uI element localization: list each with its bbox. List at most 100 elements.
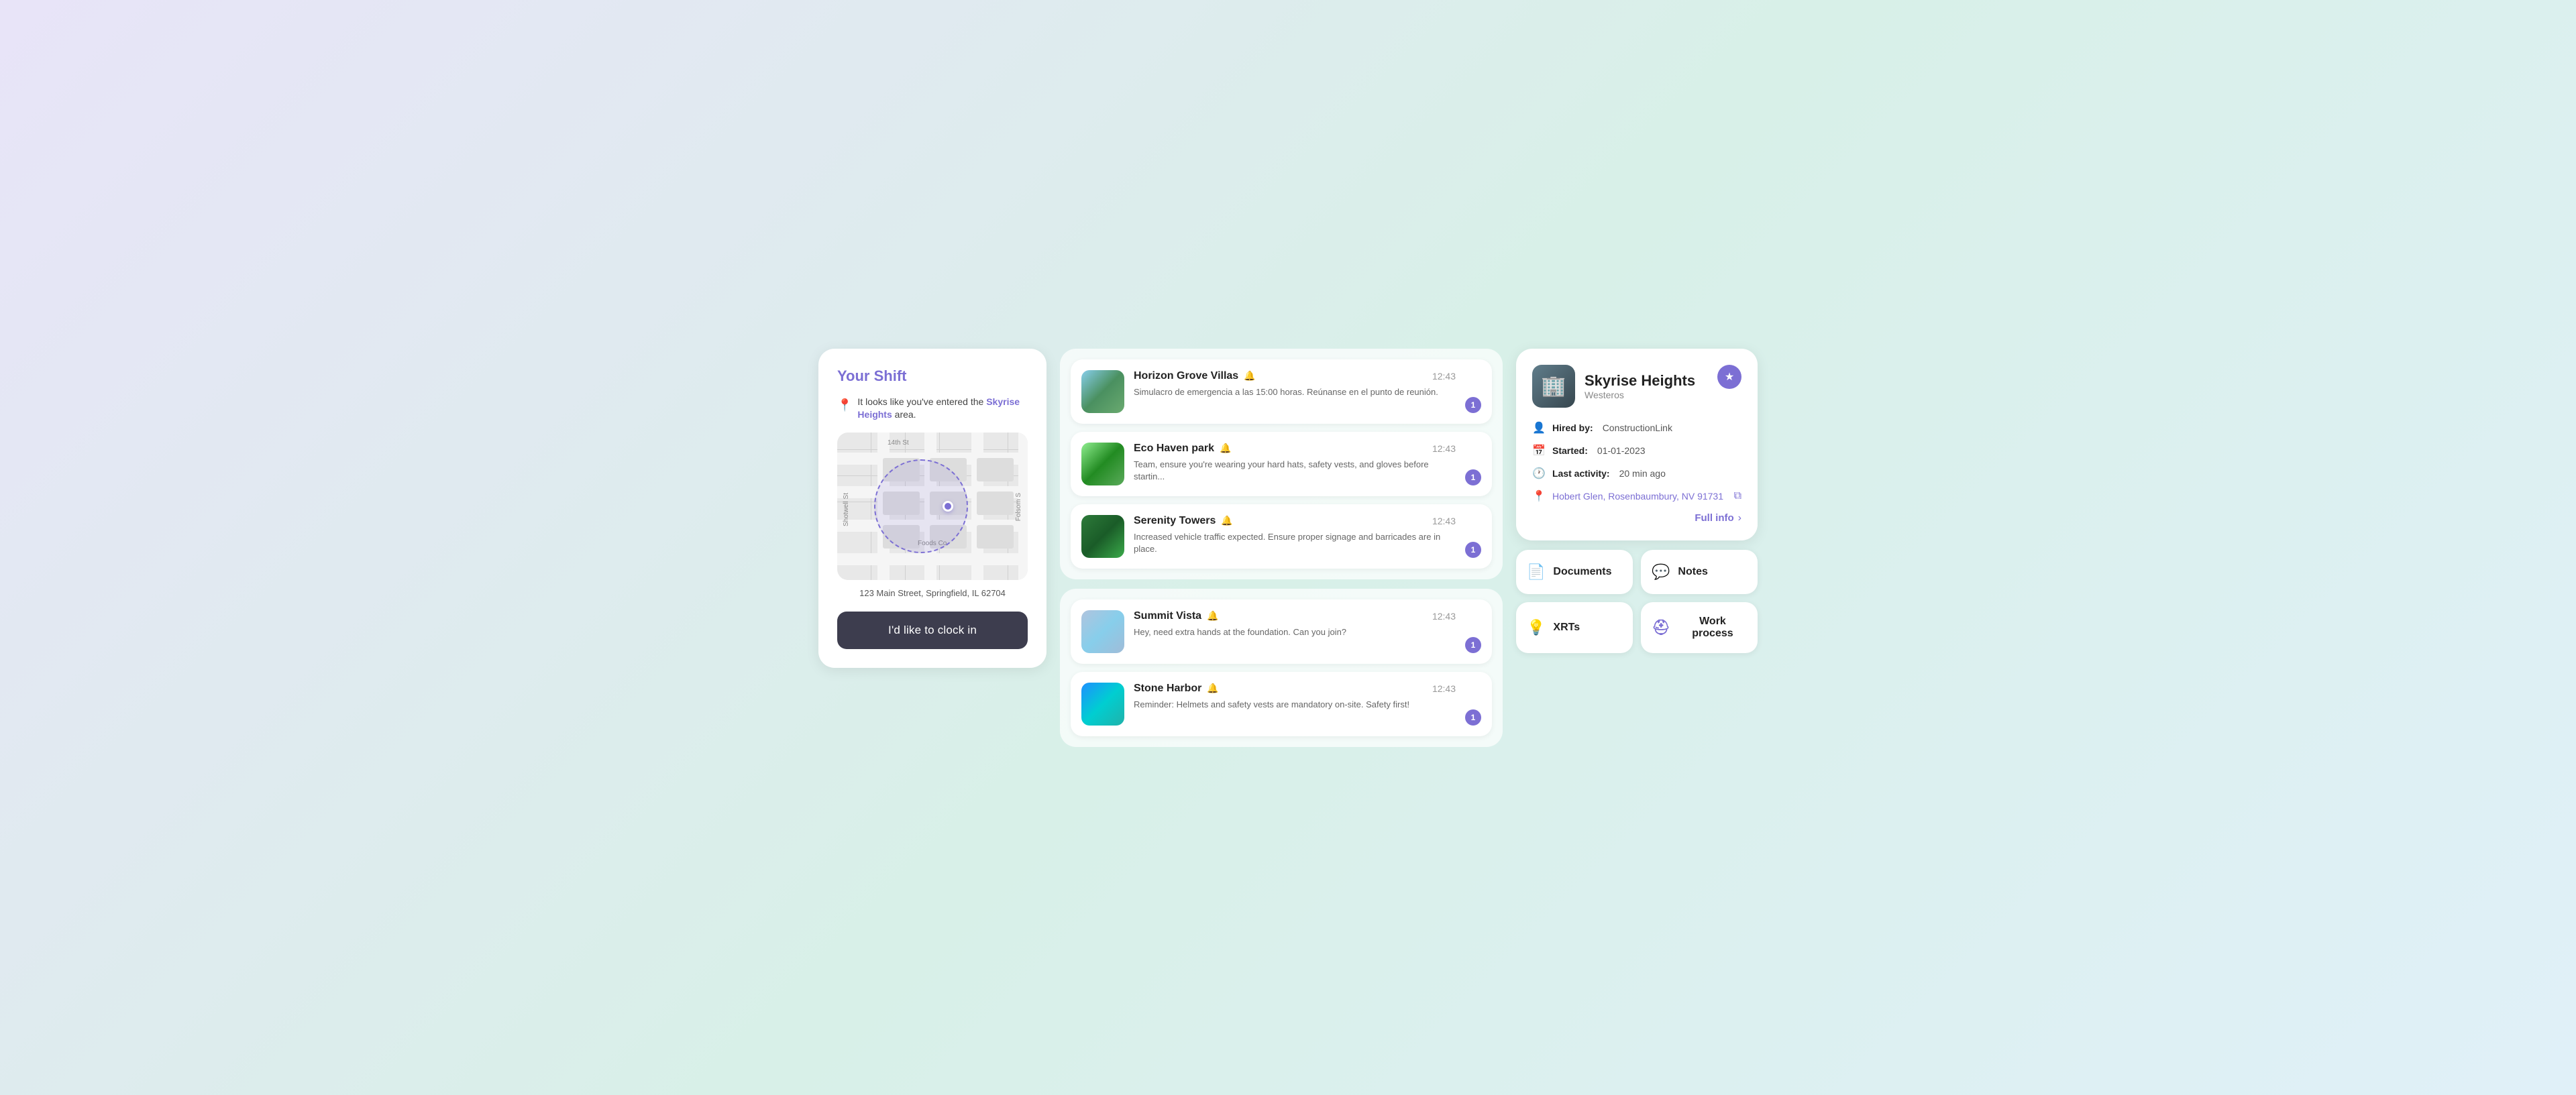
notif-title-row: Stone Harbor 🔔	[1134, 683, 1219, 695]
map-block	[977, 458, 1014, 481]
bell-icon: 🔔	[1207, 683, 1218, 694]
map-block	[977, 492, 1014, 515]
notif-time: 12:43	[1432, 443, 1456, 454]
person-icon: 👤	[1532, 421, 1546, 435]
notif-text: Reminder: Helmets and safety vests are m…	[1134, 699, 1456, 711]
notice-text: It looks like you've entered the Skyrise…	[857, 396, 1028, 422]
notif-header: Eco Haven park 🔔 12:43	[1134, 443, 1456, 455]
notif-content: Stone Harbor 🔔 12:43 Reminder: Helmets a…	[1134, 683, 1456, 711]
street-label: Folsom S	[1015, 493, 1022, 521]
clock-in-button[interactable]: I'd like to clock in	[837, 612, 1028, 649]
bell-icon: 🔔	[1207, 610, 1218, 622]
notif-badge: 1	[1465, 469, 1481, 485]
notes-icon: 💬	[1652, 563, 1670, 581]
notif-title: Horizon Grove Villas	[1134, 370, 1238, 382]
notif-card[interactable]: Stone Harbor 🔔 12:43 Reminder: Helmets a…	[1071, 672, 1492, 736]
street-label: Shotwell St	[843, 493, 850, 526]
address-row: 📍 Hobert Glen, Rosenbaumbury, NV 91731 ⧉	[1532, 489, 1741, 503]
left-panel: Your Shift 📍 It looks like you've entere…	[818, 349, 1046, 668]
work-process-icon: ⛑	[1652, 619, 1670, 636]
notif-header: Serenity Towers 🔔 12:43	[1134, 515, 1456, 527]
full-info-link[interactable]: Full info	[1695, 512, 1733, 524]
geofence-circle	[874, 459, 968, 553]
notif-content: Serenity Towers 🔔 12:43 Increased vehicl…	[1134, 515, 1456, 555]
notif-content: Horizon Grove Villas 🔔 12:43 Simulacro d…	[1134, 370, 1456, 398]
notifications-bottom: Summit Vista 🔔 12:43 Hey, need extra han…	[1060, 589, 1503, 747]
notif-card[interactable]: Serenity Towers 🔔 12:43 Increased vehicl…	[1071, 504, 1492, 569]
notif-title: Summit Vista	[1134, 610, 1201, 622]
bell-icon: 🔔	[1221, 515, 1232, 526]
notif-title: Eco Haven park	[1134, 443, 1214, 455]
notif-title-row: Horizon Grove Villas 🔔	[1134, 370, 1256, 382]
notif-text: Hey, need extra hands at the foundation.…	[1134, 626, 1456, 638]
location-icon: 📍	[1532, 489, 1546, 503]
building-location: Westeros	[1585, 390, 1695, 400]
action-grid: 📄 Documents 💬 Notes 💡 XRTs ⛑ Work proces…	[1516, 550, 1758, 653]
notif-content: Eco Haven park 🔔 12:43 Team, ensure you'…	[1134, 443, 1456, 483]
notif-text: Simulacro de emergencia a las 15:00 hora…	[1134, 386, 1456, 398]
notif-title: Serenity Towers	[1134, 515, 1216, 527]
notif-title-row: Summit Vista 🔔	[1134, 610, 1219, 622]
notif-card[interactable]: Eco Haven park 🔔 12:43 Team, ensure you'…	[1071, 432, 1492, 496]
notif-text: Increased vehicle traffic expected. Ensu…	[1134, 531, 1456, 555]
action-label: Documents	[1553, 566, 1611, 578]
notif-content: Summit Vista 🔔 12:43 Hey, need extra han…	[1134, 610, 1456, 638]
action-btn-documents[interactable]: 📄 Documents	[1516, 550, 1633, 594]
address-link[interactable]: Hobert Glen, Rosenbaumbury, NV 91731	[1552, 491, 1723, 502]
notif-title-row: Serenity Towers 🔔	[1134, 515, 1233, 527]
right-panel: Skyrise Heights Westeros ★ 👤 Hired by: C…	[1516, 349, 1758, 653]
notif-time: 12:43	[1432, 611, 1456, 622]
notif-badge: 1	[1465, 397, 1481, 413]
action-label: Notes	[1678, 566, 1707, 578]
chevron-right-icon: ›	[1738, 512, 1741, 524]
notif-header: Summit Vista 🔔 12:43	[1134, 610, 1456, 622]
shift-title: Your Shift	[837, 367, 1028, 385]
notif-card[interactable]: Summit Vista 🔔 12:43 Hey, need extra han…	[1071, 599, 1492, 664]
building-header: Skyrise Heights Westeros ★	[1532, 365, 1741, 408]
map-container: 14th St Shotwell St Folsom S Foods Co	[837, 433, 1028, 580]
hired-by-row: 👤 Hired by: ConstructionLink	[1532, 421, 1741, 435]
action-btn-notes[interactable]: 💬 Notes	[1641, 550, 1758, 594]
notif-badge: 1	[1465, 637, 1481, 653]
bell-icon: 🔔	[1220, 443, 1231, 454]
main-container: Your Shift 📍 It looks like you've entere…	[818, 349, 1758, 747]
xrts-icon: 💡	[1527, 619, 1545, 636]
documents-icon: 📄	[1527, 563, 1545, 581]
map-address: 123 Main Street, Springfield, IL 62704	[837, 588, 1028, 598]
full-info-row: Full info ›	[1532, 512, 1741, 524]
notif-image	[1081, 443, 1124, 485]
info-card: Skyrise Heights Westeros ★ 👤 Hired by: C…	[1516, 349, 1758, 540]
started-row: 📅 Started: 01-01-2023	[1532, 444, 1741, 457]
building-name: Skyrise Heights	[1585, 372, 1695, 390]
pin-icon: 📍	[837, 397, 852, 414]
building-avatar	[1532, 365, 1575, 408]
star-badge: ★	[1717, 365, 1741, 389]
action-btn-xrts[interactable]: 💡 XRTs	[1516, 602, 1633, 653]
copy-icon[interactable]: ⧉	[1734, 490, 1741, 502]
action-btn-work-process[interactable]: ⛑ Work process	[1641, 602, 1758, 653]
notif-image	[1081, 610, 1124, 653]
building-info: Skyrise Heights Westeros	[1585, 372, 1695, 400]
notif-card[interactable]: Horizon Grove Villas 🔔 12:43 Simulacro d…	[1071, 359, 1492, 424]
notif-image	[1081, 515, 1124, 558]
location-dot	[943, 501, 953, 512]
notif-title-row: Eco Haven park 🔔	[1134, 443, 1232, 455]
notif-text: Team, ensure you're wearing your hard ha…	[1134, 459, 1456, 483]
bell-icon: 🔔	[1244, 370, 1255, 382]
notif-image	[1081, 683, 1124, 726]
notif-badge: 1	[1465, 542, 1481, 558]
action-label: Work process	[1678, 616, 1747, 640]
location-notice: 📍 It looks like you've entered the Skyri…	[837, 396, 1028, 422]
calendar-icon: 📅	[1532, 444, 1546, 457]
map-block	[977, 525, 1014, 549]
notifications-top: Horizon Grove Villas 🔔 12:43 Simulacro d…	[1060, 349, 1503, 579]
action-label: XRTs	[1553, 622, 1580, 634]
notif-header: Horizon Grove Villas 🔔 12:43	[1134, 370, 1456, 382]
notif-time: 12:43	[1432, 683, 1456, 694]
notif-time: 12:43	[1432, 371, 1456, 382]
notif-badge: 1	[1465, 709, 1481, 726]
clock-icon: 🕐	[1532, 467, 1546, 480]
notif-time: 12:43	[1432, 516, 1456, 526]
middle-panel: Horizon Grove Villas 🔔 12:43 Simulacro d…	[1060, 349, 1503, 747]
street-label: 14th St	[888, 439, 909, 447]
